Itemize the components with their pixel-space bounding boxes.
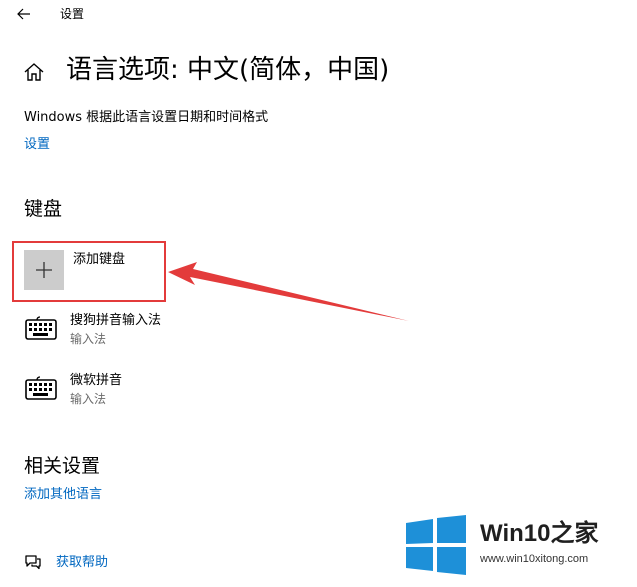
add-keyboard-label[interactable]: 添加键盘 — [73, 252, 125, 268]
home-icon — [24, 63, 44, 81]
regional-settings-link[interactable]: 设置 — [24, 137, 50, 153]
page-title: 语言选项: 中文(简体，中国) — [66, 55, 390, 85]
watermark-url: www.win10xitong.com — [480, 553, 589, 565]
regional-format-description: Windows 根据此语言设置日期和时间格式 — [24, 110, 269, 125]
keyboard-icon — [25, 376, 57, 400]
keyboard-item-microsoft-pinyin[interactable]: 微软拼音 — [70, 373, 122, 389]
add-other-language-link[interactable]: 添加其他语言 — [24, 487, 102, 503]
settings-window: 设置 语言选项: 中文(简体，中国) Windows 根据此语言设置日期和时间格… — [0, 0, 637, 587]
keyboard-item-microsoft-pinyin-type: 输入法 — [70, 392, 107, 406]
keyboard-section-heading: 键盘 — [24, 198, 63, 220]
get-help-link[interactable]: 获取帮助 — [56, 555, 108, 571]
keyboard-item-sogou[interactable]: 搜狗拼音输入法 — [70, 313, 161, 329]
back-arrow-icon — [17, 8, 30, 20]
add-keyboard-button[interactable] — [24, 250, 64, 290]
plus-icon — [36, 262, 52, 278]
window-title: 设置 — [60, 7, 85, 21]
back-button[interactable] — [10, 4, 38, 24]
home-button[interactable] — [22, 60, 46, 84]
keyboard-item-sogou-type: 输入法 — [70, 332, 107, 346]
watermark-brand: Win10之家 — [480, 520, 599, 547]
chat-help-icon[interactable] — [24, 554, 42, 570]
keyboard-icon — [25, 316, 57, 340]
related-settings-heading: 相关设置 — [24, 455, 101, 477]
windows-logo-icon — [404, 515, 468, 575]
